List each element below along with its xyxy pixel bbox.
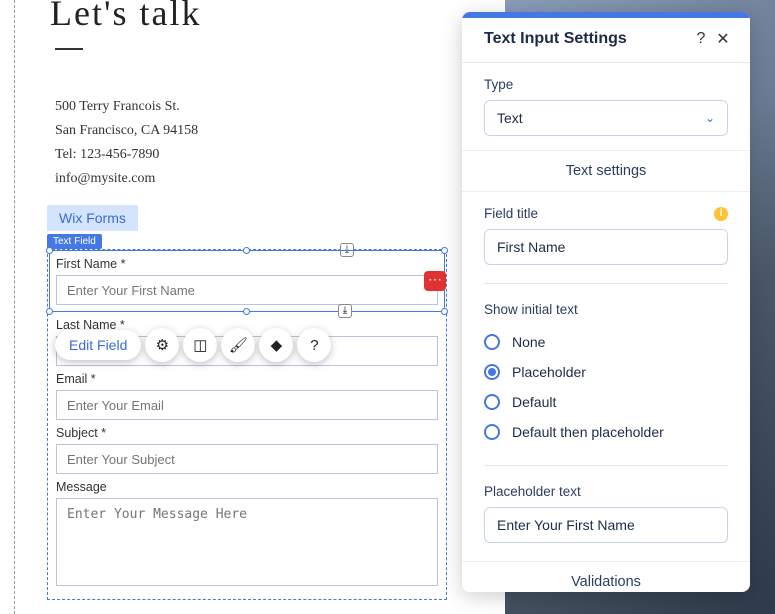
settings-button[interactable]: ⚙ xyxy=(145,328,179,362)
wix-forms-tab[interactable]: Wix Forms xyxy=(47,205,138,231)
email-label: Email * xyxy=(56,372,438,386)
radio-icon xyxy=(484,394,500,410)
field-title-input[interactable] xyxy=(484,229,728,265)
selected-field[interactable]: ⤓ ⋯ First Name * xyxy=(49,250,445,312)
panel-body: Type Text ⌄ Text settings Field title i … xyxy=(462,63,750,592)
anchor-icon[interactable]: ⤓ xyxy=(338,304,352,318)
radio-icon xyxy=(484,364,500,380)
show-initial-text-radio-group: None Placeholder Default Default then pl… xyxy=(484,327,728,447)
help-icon: ? xyxy=(697,30,706,48)
address-line-2: San Francisco, CA 94158 xyxy=(55,119,198,143)
radio-none[interactable]: None xyxy=(484,327,728,357)
divider xyxy=(484,465,728,466)
radio-label: Default xyxy=(512,394,556,410)
radio-label: Default then placeholder xyxy=(512,424,664,440)
edit-field-button[interactable]: Edit Field xyxy=(55,330,141,360)
first-name-input[interactable] xyxy=(56,275,438,305)
radio-default-then-placeholder[interactable]: Default then placeholder xyxy=(484,417,728,447)
placeholder-text-label: Placeholder text xyxy=(484,484,728,499)
panel-help-button[interactable]: ? xyxy=(690,28,712,50)
first-name-label: First Name * xyxy=(56,257,438,271)
placeholder-text-input[interactable] xyxy=(484,507,728,543)
resize-handle[interactable] xyxy=(46,247,53,254)
type-label: Type xyxy=(484,77,728,92)
text-field-tag: Text Field xyxy=(47,234,102,249)
type-select[interactable]: Text ⌄ xyxy=(484,100,728,136)
resize-handle[interactable] xyxy=(243,308,250,315)
layout-icon: ◫ xyxy=(193,336,207,354)
form-area: Wix Forms Text Field ⤓ ⤓ ⋯ First Name * … xyxy=(47,205,447,600)
resize-handle[interactable] xyxy=(46,308,53,315)
page-heading: Let's talk xyxy=(50,0,201,34)
email: info@mysite.com xyxy=(55,167,198,191)
resize-handle[interactable] xyxy=(441,308,448,315)
gear-icon: ⚙ xyxy=(156,336,169,354)
crm-badge-icon[interactable]: ⋯ xyxy=(424,271,446,291)
radio-icon xyxy=(484,334,500,350)
subject-label: Subject * xyxy=(56,426,438,440)
layout-button[interactable]: ◫ xyxy=(183,328,217,362)
field-toolbar: Edit Field ⚙ ◫ 🖌 ◆ ? xyxy=(55,328,331,362)
info-icon[interactable]: i xyxy=(714,207,728,221)
resize-handle[interactable] xyxy=(441,247,448,254)
field-title-label-text: Field title xyxy=(484,206,538,221)
divider xyxy=(484,283,728,284)
subject-input[interactable] xyxy=(56,444,438,474)
close-icon: ✕ xyxy=(716,29,729,49)
resize-handle[interactable] xyxy=(243,247,250,254)
canvas-guide xyxy=(14,0,15,614)
help-button[interactable]: ? xyxy=(297,328,331,362)
text-input-settings-panel: Text Input Settings ? ✕ Type Text ⌄ Text… xyxy=(462,12,750,592)
address-line-1: 500 Terry Francois St. xyxy=(55,95,198,119)
field-title-label: Field title i xyxy=(484,206,728,221)
contact-info: 500 Terry Francois St. San Francisco, CA… xyxy=(55,95,198,191)
animation-button[interactable]: ◆ xyxy=(259,328,293,362)
panel-header: Text Input Settings ? ✕ xyxy=(462,18,750,63)
show-initial-text-label: Show initial text xyxy=(484,302,728,317)
design-button[interactable]: 🖌 xyxy=(221,328,255,362)
text-settings-header: Text settings xyxy=(462,150,750,192)
radio-label: None xyxy=(512,334,545,350)
radio-placeholder[interactable]: Placeholder xyxy=(484,357,728,387)
form-container[interactable]: ⤓ ⤓ ⋯ First Name * Last Name * Email * S… xyxy=(47,249,447,600)
panel-close-button[interactable]: ✕ xyxy=(712,28,734,50)
email-input[interactable] xyxy=(56,390,438,420)
animation-icon: ◆ xyxy=(271,336,283,354)
brush-icon: 🖌 xyxy=(229,336,248,354)
help-icon: ? xyxy=(310,337,318,354)
telephone: Tel: 123-456-7890 xyxy=(55,143,198,167)
heading-underline xyxy=(55,48,83,50)
chevron-down-icon: ⌄ xyxy=(705,111,715,125)
radio-label: Placeholder xyxy=(512,364,586,380)
type-value: Text xyxy=(497,110,523,126)
message-input[interactable] xyxy=(56,498,438,586)
radio-default[interactable]: Default xyxy=(484,387,728,417)
validations-header[interactable]: Validations xyxy=(462,561,750,592)
radio-icon xyxy=(484,424,500,440)
message-label: Message xyxy=(56,480,438,494)
panel-title: Text Input Settings xyxy=(484,30,690,48)
